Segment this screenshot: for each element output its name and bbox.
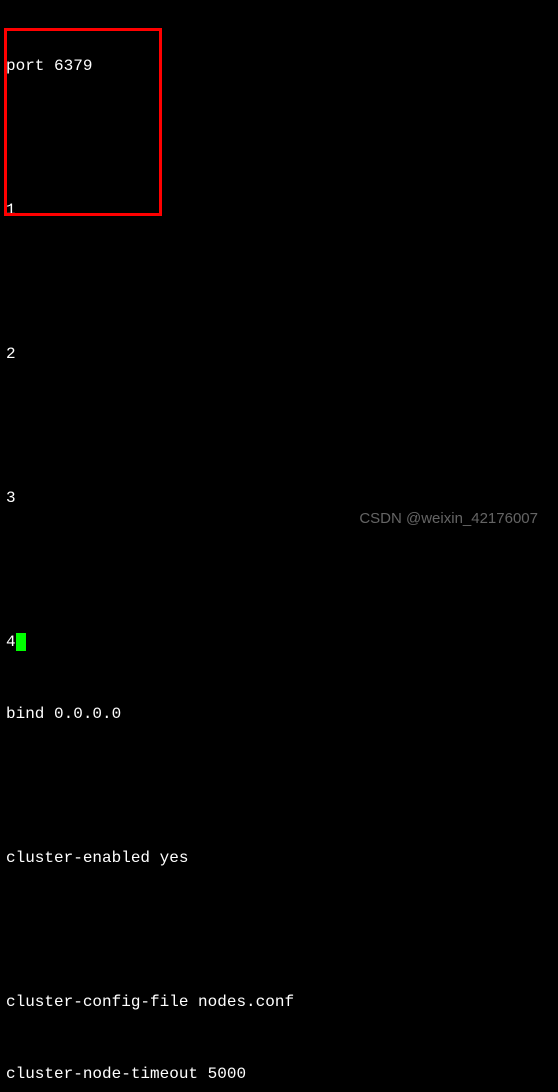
- numbered-line: 3: [6, 486, 552, 510]
- blank-line: [6, 270, 552, 294]
- terminal-output: port 6379 1 2 3 4 bind 0.0.0.0 cluster-e…: [6, 6, 552, 1092]
- config-line: cluster-enabled yes: [6, 846, 552, 870]
- blank-line: [6, 126, 552, 150]
- watermark-text: CSDN @weixin_42176007: [359, 508, 538, 531]
- blank-line: [6, 918, 552, 942]
- blank-line: [6, 774, 552, 798]
- line-text: 4: [6, 633, 16, 651]
- config-line: bind 0.0.0.0: [6, 702, 552, 726]
- numbered-line: 1: [6, 198, 552, 222]
- blank-line: [6, 414, 552, 438]
- blank-line: [6, 558, 552, 582]
- cursor-line[interactable]: 4: [6, 630, 552, 654]
- config-line: cluster-config-file nodes.conf: [6, 990, 552, 1014]
- terminal-cursor: [16, 633, 26, 651]
- config-line: port 6379: [6, 54, 552, 78]
- numbered-line: 2: [6, 342, 552, 366]
- config-line: cluster-node-timeout 5000: [6, 1062, 552, 1086]
